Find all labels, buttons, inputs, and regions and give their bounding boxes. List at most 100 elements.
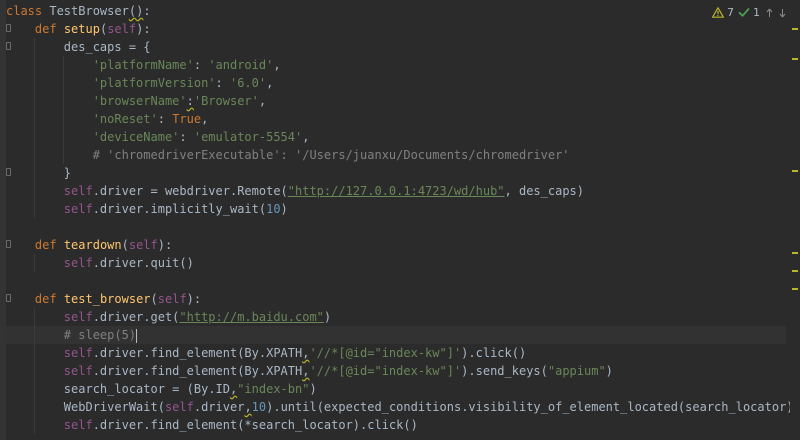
fold-marker-icon[interactable] [6,168,11,176]
code-token: ).until(expected_conditions.visibility_o… [266,400,800,414]
code-token: 10 [266,202,281,216]
code-token: 'android' [208,58,274,72]
code-token: 10 [251,400,267,414]
warnings-indicator[interactable]: 7 [712,6,734,19]
warning-mark[interactable] [792,270,798,272]
code-token: ) [323,310,332,324]
code-link[interactable]: "http://m.baidu.com" [179,310,324,324]
code-comment: # sleep(5) [63,328,137,342]
code-line: 'deviceName': 'emulator-5554', [6,128,786,146]
code-token: : [179,130,194,144]
checkmark-icon [738,8,750,17]
ok-indicator[interactable]: 1 [738,6,760,19]
warning-mark[interactable] [792,288,798,290]
code-line: self.driver.implicitly_wait(10) [6,200,786,218]
code-token: "index-bn" [237,382,310,396]
code-token: , [266,76,274,90]
warning-mark[interactable] [792,170,798,172]
indent-guide [63,110,64,128]
code-line-current: # sleep(5) [6,326,786,344]
code-token: des_caps = { [63,40,151,54]
code-line: def test_browser(self): [6,290,786,308]
indent-guide [34,326,35,344]
code-token: .driver.find_element(By.XPATH [92,346,303,360]
navigate-down-icon[interactable] [779,7,786,19]
code-token: test_browser [63,292,151,306]
code-token: , [302,130,310,144]
code-token: self [107,22,137,36]
code-line: self.driver = webdriver.Remote("http://1… [6,182,786,200]
code-link[interactable]: "http://127.0.0.1:4723/wd/hub" [288,184,505,198]
code-token: ): [157,238,173,252]
code-token: self [164,400,194,414]
indent-guide [63,92,64,110]
indent-guide [63,56,64,74]
code-token: , [258,94,267,108]
code-token: '//*[@id="index-kw"]' [309,346,462,360]
fold-marker-icon[interactable] [6,24,11,32]
warning-mark[interactable] [792,28,798,30]
code-line: self.driver.find_element(By.XPATH,'//*[@… [6,344,786,362]
code-token: 'Browser' [193,94,259,108]
fold-marker-icon[interactable] [6,42,11,50]
indent-guide [63,128,64,146]
indent-guide [34,128,35,146]
indent-guide [34,416,35,434]
indent-guide [34,146,35,164]
fold-marker-icon[interactable] [6,294,11,302]
code-token: : [143,4,151,18]
indent-guide [34,38,35,56]
code-token: 'platformVersion' [92,76,216,90]
indent-guide [63,74,64,92]
navigate-up-icon[interactable] [766,7,773,19]
code-token: ): [136,22,151,36]
code-token: .driver.find_element(By.XPATH [92,364,303,378]
code-area[interactable]: class TestBrowser(): def setup(self): de… [6,2,800,434]
code-token: def [34,22,57,36]
code-token: 'platformName' [92,58,194,72]
code-line: class TestBrowser(): [6,2,786,20]
code-token: } [63,166,72,180]
fold-marker-icon[interactable] [6,240,11,248]
code-comment: # 'chromedriverExecutable': '/Users/juan… [92,148,570,162]
code-token: , [273,58,281,72]
code-token: ).send_keys( [461,364,548,378]
code-token: .driver [193,400,245,414]
indent-guide [34,92,35,110]
code-token: class [6,4,43,18]
code-token: def [34,292,57,306]
warning-mark[interactable] [792,58,798,60]
code-line: # 'chromedriverExecutable': '/Users/juan… [6,146,786,164]
code-token: ) [309,382,317,396]
code-token: : [157,112,173,126]
code-line: 'noReset': True, [6,110,786,128]
code-token: 'browserName' [92,94,187,108]
code-token: '6.0' [229,76,267,90]
inspections-widget[interactable]: 7 1 [712,6,786,19]
code-line: 'browserName':'Browser', [6,92,786,110]
code-token: self [63,184,93,198]
code-editor[interactable]: class TestBrowser(): def setup(self): de… [0,0,800,440]
code-token: self [63,202,93,216]
editor-scrollbar[interactable] [790,0,800,440]
code-token: , des_caps) [504,184,585,198]
indent-guide [34,362,35,380]
indent-guide [63,146,64,164]
code-line: def teardown(self): [6,236,786,254]
code-token: .driver.implicitly_wait( [92,202,267,216]
indent-guide [34,56,35,74]
code-line: self.driver.find_element(*search_locator… [6,416,786,434]
code-token: : [186,94,194,108]
code-token: '//*[@id="index-kw"]' [309,364,462,378]
code-token: def [34,238,57,252]
code-token: teardown [63,238,122,252]
code-token: self [63,364,93,378]
code-token: , [244,400,252,414]
warning-mark[interactable] [792,252,798,254]
code-token: , [201,112,209,126]
code-token: self [128,238,158,252]
code-token: "appium" [547,364,606,378]
indent-guide [34,164,35,182]
